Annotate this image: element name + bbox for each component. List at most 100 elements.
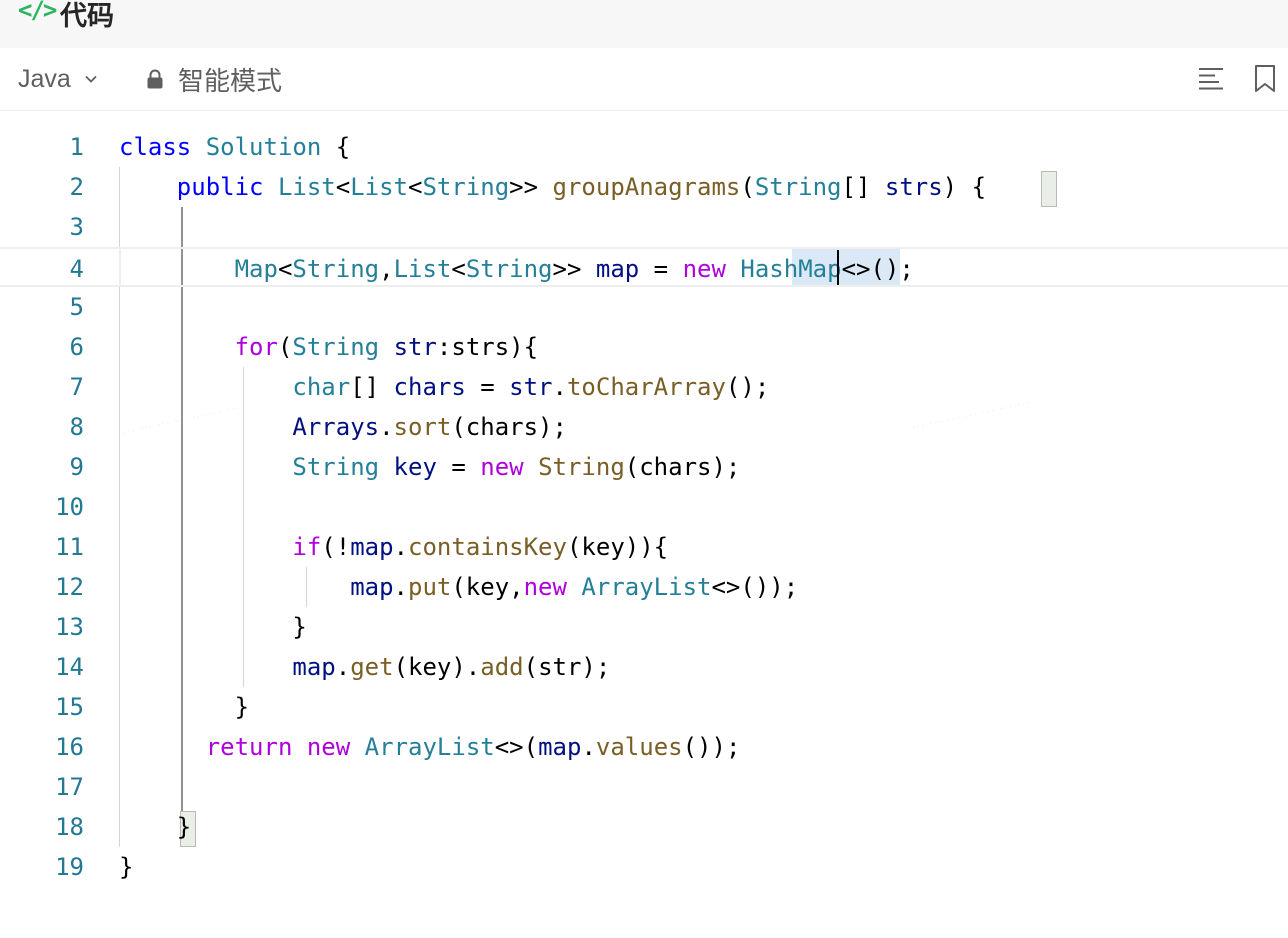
code-line[interactable]: 5 <box>0 287 1288 327</box>
code-line[interactable]: 9 String key = new String(chars); <box>0 447 1288 487</box>
code-token: , <box>379 255 394 283</box>
language-label: Java <box>18 64 71 93</box>
code-token: (chars); <box>451 413 567 441</box>
format-button[interactable] <box>1196 64 1226 94</box>
code-line[interactable]: 7 char[] chars = str.toCharArray(); <box>0 367 1288 407</box>
code-text: } <box>119 687 249 727</box>
code-token: ){ <box>509 333 539 361</box>
code-line[interactable]: 12 map.put(key,new ArrayList<>()); <box>0 567 1288 607</box>
code-token: . <box>393 533 409 561</box>
code-token: = <box>436 453 481 481</box>
bookmark-button[interactable] <box>1252 64 1282 94</box>
code-token: } <box>119 693 250 721</box>
code-token: String <box>292 453 380 481</box>
bookmark-icon <box>1255 65 1275 92</box>
code-line[interactable]: 16 return new ArrayList<>(map.values()); <box>0 727 1288 767</box>
code-line[interactable]: 15 } <box>0 687 1288 727</box>
code-line[interactable]: 2 public List<List<String>> groupAnagram… <box>0 167 1288 207</box>
code-text: Map<String,List<String>> map = new HashM… <box>119 249 914 289</box>
code-line[interactable]: 19} <box>0 847 1288 887</box>
code-line[interactable]: 17 <box>0 767 1288 807</box>
code-icon: </> <box>18 0 57 24</box>
code-token: String <box>754 173 842 201</box>
code-line[interactable]: 10 <box>0 487 1288 527</box>
code-token: Arrays <box>292 413 380 441</box>
code-token: map <box>292 653 336 681</box>
code-token: String <box>292 255 380 283</box>
code-text: Arrays.sort(chars); <box>119 407 567 447</box>
code-line[interactable]: 8 Arrays.sort(chars); <box>0 407 1288 447</box>
code-token: (key). <box>393 653 481 681</box>
code-token: String <box>422 173 510 201</box>
code-token: if <box>292 533 322 561</box>
code-line[interactable]: 18 } <box>0 807 1288 847</box>
lock-icon <box>147 69 163 89</box>
language-dropdown[interactable]: Java <box>18 62 97 96</box>
code-token: } <box>119 613 307 641</box>
code-token: ) { <box>942 173 987 201</box>
code-token: . <box>581 733 596 761</box>
code-token: add <box>480 653 524 681</box>
mode-indicator[interactable]: 智能模式 <box>146 62 282 96</box>
code-token: < <box>277 255 293 283</box>
code-line[interactable]: 11 if(!map.containsKey(key)){ <box>0 527 1288 567</box>
code-text: public List<List<String>> groupAnagrams(… <box>119 167 986 207</box>
code-line[interactable]: 14 map.get(key).add(str); <box>0 647 1288 687</box>
code-token: put <box>408 573 452 601</box>
line-number: 4 <box>69 255 84 283</box>
code-token: new <box>682 255 726 283</box>
code-token: (! <box>321 533 351 561</box>
line-number: 2 <box>69 173 84 201</box>
code-token: < <box>335 173 351 201</box>
code-text: } <box>119 607 307 647</box>
code-token: String <box>292 333 380 361</box>
editor-toolbar: Java 智能模式 <box>0 48 1288 111</box>
code-token: List <box>277 173 336 201</box>
code-token: String <box>465 255 553 283</box>
code-token: ArrayList <box>581 573 712 601</box>
code-token: < <box>451 255 466 283</box>
code-line[interactable]: 4 Map<String,List<String>> map = new Has… <box>0 247 1288 287</box>
code-token: < <box>408 173 423 201</box>
code-token: Map <box>234 255 278 283</box>
code-token: map <box>595 255 640 283</box>
code-token: strs <box>451 333 510 361</box>
line-number: 11 <box>55 533 84 561</box>
chevron-down-icon <box>85 75 97 83</box>
code-text: return new ArrayList<>(map.values()); <box>119 727 741 767</box>
code-text: map.put(key,new ArrayList<>()); <box>119 567 798 607</box>
line-number: 18 <box>55 813 84 841</box>
code-token: <>()); <box>711 573 799 601</box>
code-token: List <box>350 173 408 201</box>
code-token: = <box>639 255 683 283</box>
code-token: . <box>379 413 394 441</box>
code-token: } <box>119 853 134 881</box>
text-cursor <box>837 250 839 285</box>
code-token: (chars); <box>624 453 741 481</box>
code-token: groupAnagrams <box>552 173 741 201</box>
line-number: 9 <box>69 453 84 481</box>
code-line[interactable]: 1 class Solution { <box>0 127 1288 167</box>
line-number: 14 <box>55 653 84 681</box>
code-line[interactable]: 13 } <box>0 607 1288 647</box>
code-token: <>( <box>494 733 539 761</box>
code-token: HashMap <box>740 255 842 283</box>
code-token: strs <box>884 173 943 201</box>
code-editor[interactable]: ··· ··· ··· ··· ··· ··· ··· ··· ··· ··· … <box>0 111 1288 938</box>
code-line[interactable]: 3 <box>0 207 1288 247</box>
line-number: 17 <box>55 773 84 801</box>
line-number: 1 <box>69 133 84 161</box>
code-token: >> <box>552 255 596 283</box>
code-line[interactable]: 6 for(String str:strs){ <box>0 327 1288 367</box>
